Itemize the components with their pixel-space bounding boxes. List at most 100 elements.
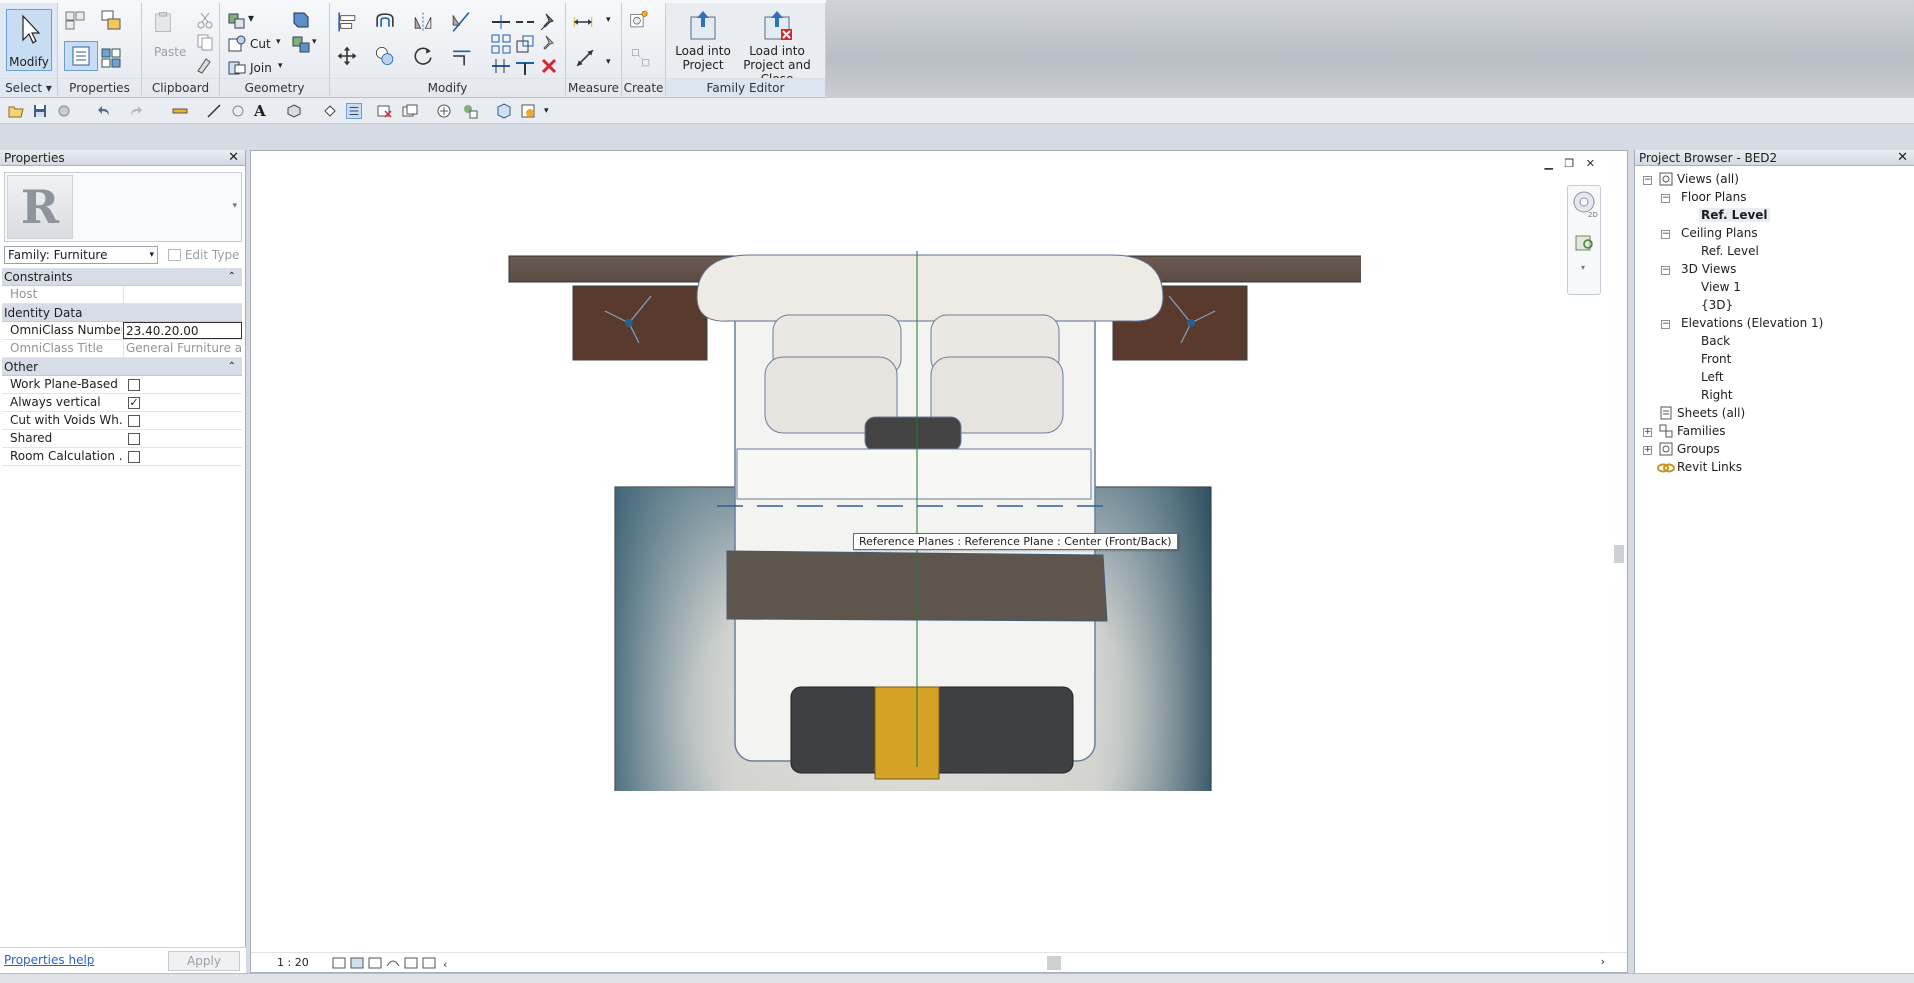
tree-left[interactable]: Left (1701, 370, 1724, 384)
tree-views-all[interactable]: Views (all) (1677, 172, 1739, 186)
collapse-toggle[interactable]: − (1661, 230, 1670, 239)
join-label[interactable]: Join (250, 61, 272, 75)
shared-checkbox[interactable] (128, 433, 140, 445)
navigation-bar[interactable]: 2D ▾ (1567, 185, 1601, 295)
family-filter-select[interactable]: Family: Furniture ▾ (4, 246, 158, 264)
align-icon[interactable] (336, 11, 364, 39)
expand-toggle[interactable]: + (1643, 428, 1652, 437)
select-dropdown[interactable]: Select ▾ (0, 78, 57, 96)
text-icon[interactable]: A (254, 103, 270, 119)
work-plane-checkbox[interactable] (128, 379, 140, 391)
open-icon[interactable] (8, 103, 24, 119)
array-icon[interactable] (490, 33, 512, 55)
aligned-dimension-icon[interactable] (574, 47, 602, 75)
tree-families[interactable]: Families (1677, 424, 1725, 438)
pin-icon[interactable] (538, 11, 560, 33)
apply-button[interactable]: Apply (168, 951, 240, 971)
project-browser-close-icon[interactable]: ✕ (1897, 150, 1908, 166)
tree-elevations[interactable]: Elevations (Elevation 1) (1681, 316, 1823, 330)
tree-sheets[interactable]: Sheets (all) (1677, 406, 1745, 420)
collapse-toggle[interactable]: − (1661, 320, 1670, 329)
horizontal-scroll-thumb[interactable] (1047, 956, 1061, 970)
visibility-graphics-icon[interactable] (436, 103, 452, 119)
measure-distance-icon[interactable] (572, 11, 602, 33)
measure-tool-icon[interactable] (172, 103, 188, 119)
family-category-icon[interactable] (100, 9, 122, 31)
section-icon[interactable] (322, 103, 338, 119)
mirror-draw-icon[interactable] (450, 11, 478, 39)
thin-lines-icon[interactable] (346, 103, 362, 119)
cube-icon[interactable] (496, 103, 512, 119)
switch-windows-icon[interactable] (402, 103, 418, 119)
tree-ref-level-ceiling[interactable]: Ref. Level (1701, 244, 1759, 258)
trim-extend-corner-icon[interactable] (450, 45, 478, 73)
trim-single-icon[interactable] (514, 55, 536, 77)
cut-geometry-icon[interactable] (226, 33, 248, 55)
close-hidden-windows-icon[interactable] (376, 103, 392, 119)
load-into-project-button[interactable]: Load into Project (672, 9, 734, 72)
offset-icon[interactable] (374, 11, 402, 39)
sync-icon[interactable] (56, 103, 72, 119)
other-group[interactable]: Other ⌃ (2, 358, 242, 376)
collapse-toggle[interactable]: − (1661, 266, 1670, 275)
redo-icon[interactable] (128, 103, 144, 119)
collapse-toggle[interactable]: − (1661, 194, 1670, 203)
3d-view-icon[interactable] (286, 103, 302, 119)
move-icon[interactable] (336, 45, 364, 73)
always-vertical-checkbox[interactable]: ✓ (128, 397, 140, 409)
split-element-icon[interactable] (490, 11, 512, 33)
unpin-icon[interactable] (538, 33, 560, 55)
vertical-scrollbar[interactable]: ▾ (1611, 151, 1627, 965)
tree-back[interactable]: Back (1701, 334, 1730, 348)
constraints-group[interactable]: Constraints ⌃ (2, 268, 242, 286)
tree-view1[interactable]: View 1 (1701, 280, 1741, 294)
paste-icon[interactable] (152, 11, 182, 41)
tree-ref-level-floor[interactable]: Ref. Level (1699, 208, 1770, 222)
room-calc-checkbox[interactable] (128, 451, 140, 463)
rotate-icon[interactable] (412, 45, 440, 73)
cut-voids-checkbox[interactable] (128, 415, 140, 427)
vertical-scroll-thumb[interactable] (1614, 545, 1624, 563)
tree-floor-plans[interactable]: Floor Plans (1681, 190, 1746, 204)
tree-right[interactable]: Right (1701, 388, 1733, 402)
properties-help-link[interactable]: Properties help (4, 953, 94, 967)
scale-icon[interactable] (514, 33, 536, 55)
load-into-project-close-button[interactable]: Load into Project and Close (728, 9, 826, 86)
create-component-icon[interactable] (628, 9, 660, 41)
tree-front[interactable]: Front (1701, 352, 1731, 366)
edit-type-button[interactable]: Edit Type (164, 246, 242, 264)
copy-icon[interactable] (194, 31, 216, 53)
omniclass-number-row[interactable]: OmniClass Number 23.40.20.00 (2, 322, 242, 340)
match-properties-icon[interactable] (194, 53, 216, 75)
cut-scissors-icon[interactable] (194, 9, 216, 31)
type-properties-icon[interactable] (100, 47, 122, 69)
cut-label[interactable]: Cut (250, 37, 271, 51)
tree-3d[interactable]: {3D} (1701, 298, 1733, 312)
tree-groups[interactable]: Groups (1677, 442, 1720, 456)
tag-icon[interactable] (230, 103, 246, 119)
save-icon[interactable] (32, 103, 48, 119)
type-selector[interactable]: R ▾ (4, 172, 242, 242)
split-face-icon[interactable] (290, 33, 312, 55)
mirror-axis-icon[interactable] (412, 11, 440, 39)
type-selector-chevron-icon[interactable]: ▾ (232, 201, 237, 211)
omniclass-number-field[interactable]: 23.40.20.00 (123, 322, 242, 339)
undo-icon[interactable] (96, 103, 112, 119)
split-gap-icon[interactable] (514, 11, 536, 33)
qat-customize-dropdown[interactable]: ▾ (544, 103, 560, 119)
copy-elements-icon[interactable] (374, 45, 402, 73)
create-similar-icon[interactable] (630, 47, 658, 75)
cope-icon[interactable] (226, 9, 248, 31)
worksets-icon[interactable] (462, 103, 478, 119)
family-types-icon[interactable] (64, 9, 86, 31)
identity-data-group[interactable]: Identity Data (2, 304, 242, 322)
expand-toggle[interactable]: + (1643, 446, 1652, 455)
properties-close-icon[interactable]: ✕ (228, 150, 239, 166)
wall-joins-icon[interactable] (290, 9, 312, 31)
aligned-dim-icon[interactable] (206, 103, 222, 119)
tree-ceiling-plans[interactable]: Ceiling Plans (1681, 226, 1758, 240)
view-window-controls[interactable]: ▁ ❐ ✕ (1544, 157, 1599, 170)
join-geometry-icon[interactable] (226, 57, 248, 79)
scroll-right-icon[interactable]: › (1601, 955, 1605, 968)
view-scale[interactable]: 1 : 20 (277, 956, 309, 969)
